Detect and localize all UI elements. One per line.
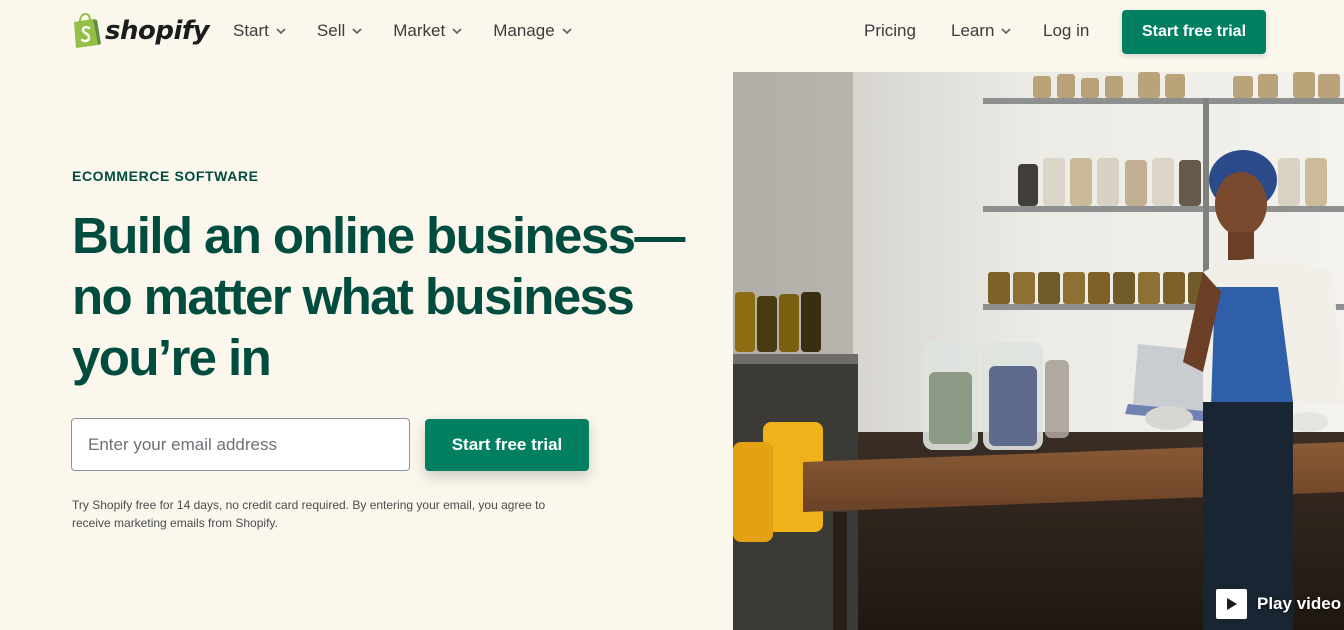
nav-link-login[interactable]: Log in bbox=[1043, 21, 1089, 41]
chevron-down-icon bbox=[1001, 27, 1012, 34]
play-video-label: Play video bbox=[1257, 594, 1342, 613]
trial-disclaimer: Try Shopify free for 14 days, no credit … bbox=[72, 498, 546, 530]
nav-link-pricing[interactable]: Pricing bbox=[864, 21, 916, 41]
primary-nav: Start Sell Market Manage bbox=[233, 21, 603, 41]
chevron-down-icon bbox=[276, 27, 286, 34]
shopify-logo[interactable]: shopify bbox=[71, 13, 210, 48]
login-link[interactable]: Log in bbox=[1043, 21, 1089, 41]
hero-photo bbox=[733, 72, 1344, 630]
chevron-down-icon bbox=[562, 27, 572, 34]
play-video-button[interactable]: Play video bbox=[1216, 589, 1341, 619]
chevron-down-icon bbox=[352, 27, 362, 34]
hero-eyebrow: ECOMMERCE SOFTWARE bbox=[72, 168, 259, 184]
nav-item-manage[interactable]: Manage bbox=[493, 21, 572, 41]
nav-item-label: Manage bbox=[493, 21, 555, 40]
nav-item-label: Sell bbox=[316, 21, 346, 40]
email-input[interactable] bbox=[71, 418, 410, 471]
shopping-bag-icon bbox=[74, 13, 101, 48]
nav-item-start[interactable]: Start bbox=[233, 21, 286, 41]
learn-link[interactable]: Learn bbox=[951, 21, 994, 41]
nav-item-market[interactable]: Market bbox=[393, 21, 462, 41]
header-start-trial-button[interactable]: Start free trial bbox=[1122, 10, 1266, 54]
hero-start-trial-button[interactable]: Start free trial bbox=[425, 419, 589, 471]
site-header: shopify Start Sell Market Manage Pricing… bbox=[0, 0, 1344, 64]
nav-item-label: Market bbox=[393, 21, 446, 40]
brand-name: shopify bbox=[105, 15, 210, 46]
pricing-link[interactable]: Pricing bbox=[864, 21, 916, 41]
nav-item-label: Start bbox=[233, 21, 269, 40]
nav-link-learn[interactable]: Learn bbox=[951, 21, 1012, 41]
hero-headline: Build an online business—no matter what … bbox=[72, 207, 685, 386]
shop-workspace-illustration bbox=[733, 72, 1344, 630]
chevron-down-icon bbox=[452, 27, 462, 34]
play-icon bbox=[1216, 589, 1247, 619]
nav-item-sell[interactable]: Sell bbox=[317, 21, 362, 41]
